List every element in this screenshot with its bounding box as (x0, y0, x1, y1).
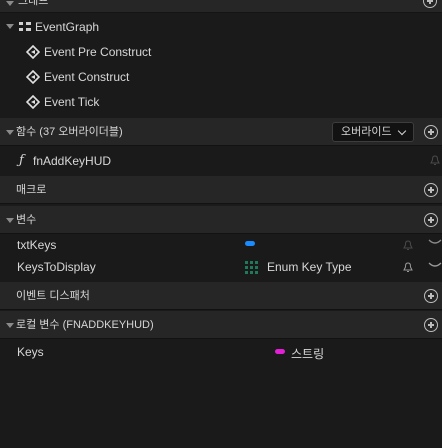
variable-type-label: Enum Key Type (267, 260, 352, 274)
bell-icon[interactable] (403, 262, 413, 273)
function-row[interactable]: ƒ fnAddKeyHUD (0, 150, 442, 172)
event-label: Event Pre Construct (44, 45, 152, 59)
variables-section-title: 변수 (16, 214, 37, 226)
add-macro-button[interactable] (424, 183, 438, 197)
function-label: fnAddKeyHUD (33, 154, 112, 168)
variable-name: txtKeys (17, 238, 57, 252)
local-variable-name: Keys (17, 345, 44, 359)
variables-section-header[interactable]: 변수 (0, 206, 442, 234)
variable-row[interactable]: txtKeys (0, 235, 442, 257)
event-label: Event Construct (44, 70, 130, 84)
add-variable-button[interactable] (424, 213, 438, 227)
collapse-arrow-icon[interactable] (6, 1, 14, 6)
string-type-pill (275, 349, 285, 354)
dispatchers-section-header[interactable]: 이벤트 디스패처 (0, 282, 442, 310)
function-icon: ƒ (19, 153, 24, 168)
override-dropdown[interactable]: 오버라이드 (332, 122, 414, 142)
bell-icon[interactable] (403, 240, 413, 251)
event-row[interactable]: Event Pre Construct (0, 41, 442, 63)
event-diamond-icon (26, 70, 40, 84)
event-row[interactable]: Event Tick (0, 91, 442, 113)
graphs-section-title: 그래프 (18, 0, 49, 7)
graphs-section-header[interactable]: 그래프 (0, 0, 442, 13)
add-local-variable-button[interactable] (424, 318, 438, 332)
event-row[interactable]: Event Construct (0, 66, 442, 88)
expand-arrow-icon[interactable] (6, 24, 14, 29)
eventgraph-label: EventGraph (35, 20, 100, 34)
variable-row[interactable]: KeysToDisplay Enum Key Type (0, 257, 442, 279)
local-variable-type-label: 스트링 (291, 347, 325, 361)
add-dispatcher-button[interactable] (424, 289, 438, 303)
variable-type-pill (245, 241, 255, 246)
macros-section-header[interactable]: 매크로 (0, 176, 442, 204)
event-diamond-icon (26, 45, 40, 59)
event-diamond-icon (26, 95, 40, 109)
variable-name: KeysToDisplay (17, 260, 96, 274)
add-function-button[interactable] (424, 125, 438, 139)
bell-icon[interactable] (430, 155, 440, 166)
macros-section-title: 매크로 (16, 184, 47, 196)
eye-closed-icon[interactable] (428, 237, 442, 247)
local-vars-section-title: 로컬 변수 (FNADDKEYHUD) (16, 319, 154, 331)
functions-section-title: 함수 (37 오버라이더블) (16, 126, 123, 138)
collapse-arrow-icon[interactable] (6, 130, 14, 135)
collapse-arrow-icon[interactable] (6, 218, 14, 223)
local-vars-section-header[interactable]: 로컬 변수 (FNADDKEYHUD) (0, 311, 442, 339)
eventgraph-icon (19, 22, 31, 31)
override-label: 오버라이드 (341, 126, 392, 138)
chevron-down-icon (397, 126, 407, 136)
eye-closed-icon[interactable] (428, 260, 442, 270)
local-variable-row[interactable]: Keys 스트링 (0, 342, 442, 364)
eventgraph-row[interactable]: EventGraph (0, 16, 442, 38)
dispatchers-section-title: 이벤트 디스패처 (16, 290, 90, 302)
event-label: Event Tick (44, 95, 100, 109)
enum-type-icon (245, 261, 258, 274)
add-graph-button[interactable] (423, 0, 437, 8)
collapse-arrow-icon[interactable] (6, 323, 14, 328)
